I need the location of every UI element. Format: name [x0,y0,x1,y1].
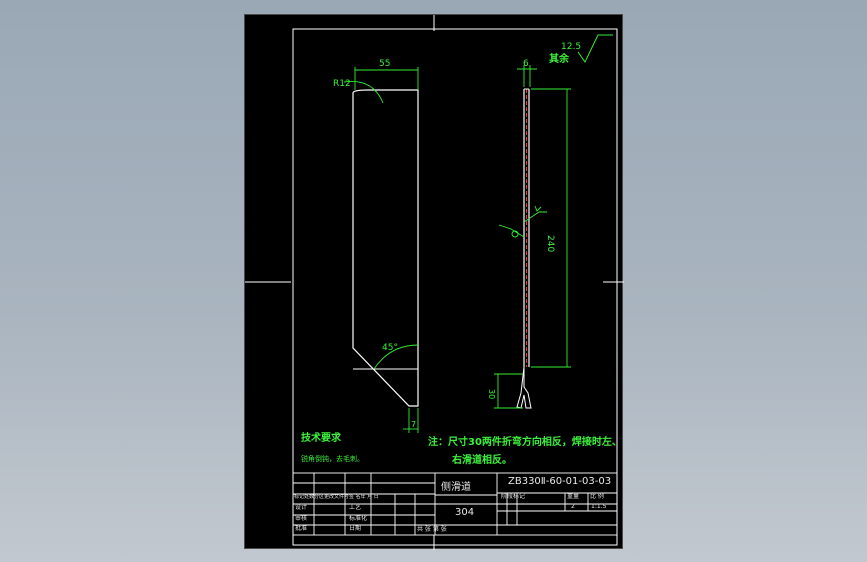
drawing-sheet: 12.5 其余 55 R12 45° 7 6 240 30 技术要求 锐角倒钝，… [244,14,624,550]
dim-thickness-label: 6 [523,59,529,69]
label-approve: 批准 [295,525,308,532]
side-view-bend [516,366,532,409]
label-design: 设计 [295,504,308,511]
drawing-number: ZB330Ⅱ-60-01-03-03 [508,476,612,487]
label-review: 审核 [295,515,308,522]
roughness-value: 12.5 [561,42,582,52]
inner-border [292,28,618,546]
sheet-count: 共 张 第 张 [417,526,447,533]
label-process: 工艺 [349,504,362,511]
label-stage-marks: 阶段标记 [501,493,526,500]
tech-requirements-title: 技术要求 [301,433,341,444]
dim-width-label: 55 [379,59,391,69]
label-weight: 重量 [567,493,580,500]
label-standard: 标准化 [349,515,368,522]
dim-angle-label: 45° [382,343,398,353]
weld-symbol-upper [523,205,547,223]
revision-header: 标记处数分区更改文件号签 名年 月 日 [294,494,379,500]
quantity: 2 [571,503,575,510]
note-line-1: 注：尺寸30两件折弯方向相反，焊接时左、 [428,437,622,448]
note-line-2: 右滑道相反。 [452,455,512,466]
dim-radius-label: R12 [333,79,351,89]
dim-bottom-label: 7 [411,420,417,429]
part-name: 侧滑道 [441,482,471,493]
dim-length-label: 240 [545,235,555,253]
weld-symbol-lower [498,224,525,238]
label-scale: 比 例 [590,493,604,500]
material: 304 [455,507,475,518]
scale-value: 1:1.5 [591,503,607,510]
part-outline-front [352,89,419,407]
roughness-note: 其余 [549,54,569,65]
tech-requirements-body: 锐角倒钝，去毛刺。 [301,455,364,463]
roughness-symbol [577,34,613,63]
dim-foot-label: 30 [487,389,496,400]
label-date: 日期 [349,525,362,532]
cad-drawing [245,15,624,550]
